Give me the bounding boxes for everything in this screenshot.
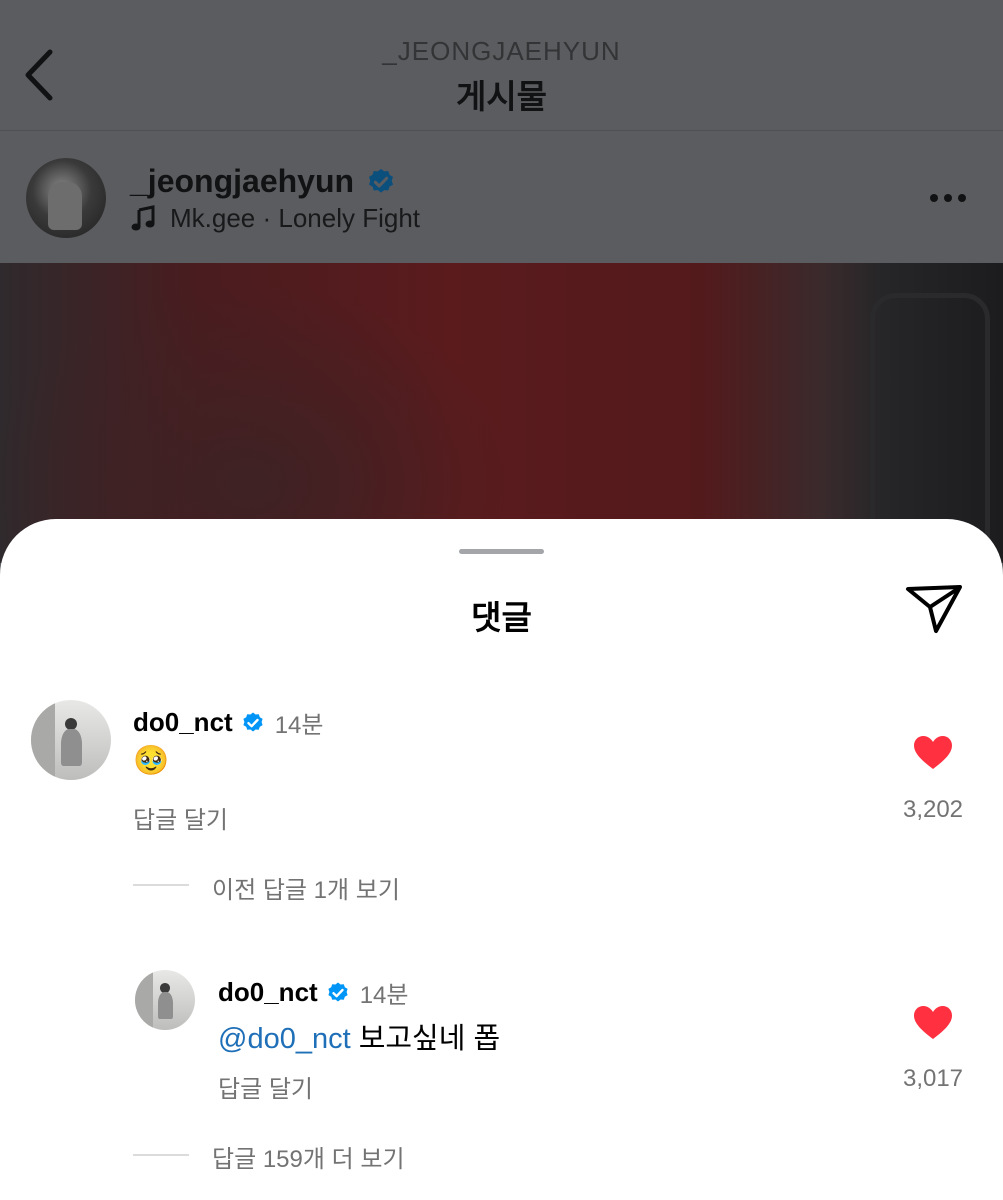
verified-icon: [369, 168, 394, 193]
share-icon[interactable]: [904, 583, 964, 635]
comment-time: 14분: [274, 712, 324, 739]
comment-username[interactable]: do0_nct: [133, 707, 233, 738]
reply-text: @do0_nct 보고싶네 폽: [218, 1015, 500, 1057]
post-header: _jeongjaehyun Mk.gee · Lonely Fight: [0, 131, 1003, 263]
like-count: 3,202: [902, 796, 964, 823]
reply-button[interactable]: 답글 달기: [218, 1069, 313, 1104]
music-note-icon: [131, 204, 155, 230]
like-count: 3,017: [902, 1065, 964, 1092]
view-previous-replies[interactable]: 이전 답글 1개 보기: [212, 870, 400, 905]
avatar-person: [157, 991, 174, 1020]
author-avatar[interactable]: [26, 158, 106, 238]
verified-icon: [328, 982, 348, 1001]
reply-header: do0_nct 14분: [218, 975, 408, 1010]
commenter-avatar[interactable]: [31, 700, 111, 780]
reply-username[interactable]: do0_nct: [218, 977, 318, 1008]
comments-sheet: 댓글 do0_nct 14분 🥹 답글 달기 3,202 이전 답글 1개 보기…: [0, 519, 1003, 1200]
comment-header: do0_nct 14분: [133, 705, 323, 740]
mention-link[interactable]: @do0_nct: [218, 1023, 351, 1055]
avatar-wall: [135, 970, 153, 1030]
music-label: Mk.gee · Lonely Fight: [170, 203, 421, 233]
post-photo: [0, 263, 1003, 563]
music-row[interactable]: Mk.gee · Lonely Fight: [130, 203, 420, 234]
avatar-wall: [31, 700, 55, 780]
reply-time: 14분: [359, 982, 409, 1009]
thread-line: [133, 1154, 189, 1156]
thread-line: [133, 884, 189, 886]
more-icon[interactable]: [928, 191, 968, 205]
header-username: _JEONGJAEHYUN: [382, 36, 621, 66]
avatar-figure: [48, 182, 82, 230]
top-bar: _JEONGJAEHYUN 게시물: [0, 0, 1003, 131]
sheet-handle[interactable]: [459, 549, 544, 554]
heart-icon[interactable]: [913, 735, 953, 771]
view-more-replies[interactable]: 답글 159개 더 보기: [212, 1139, 405, 1174]
heart-icon[interactable]: [913, 1005, 953, 1041]
avatar-person: [61, 728, 83, 766]
page-title: 게시물: [455, 78, 548, 115]
sheet-title: 댓글: [471, 599, 532, 636]
reply-avatar[interactable]: [135, 970, 195, 1030]
reply-button[interactable]: 답글 달기: [133, 800, 228, 835]
verified-icon: [243, 712, 263, 731]
author-row: _jeongjaehyun: [130, 163, 396, 200]
comment-text: 🥹: [133, 745, 170, 777]
reply-body: 보고싶네 폽: [350, 1023, 501, 1055]
author-username[interactable]: _jeongjaehyun: [130, 163, 354, 200]
